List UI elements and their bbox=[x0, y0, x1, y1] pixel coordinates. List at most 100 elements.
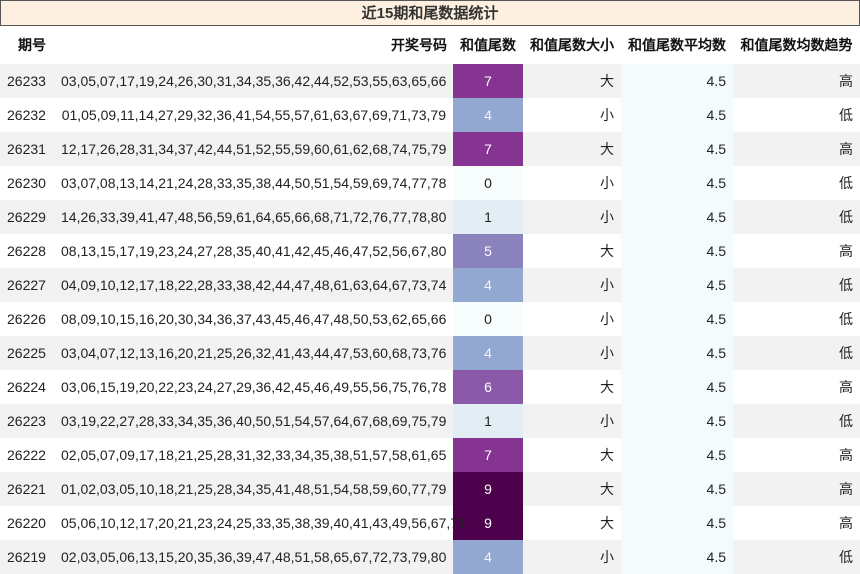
issue-cell: 26225 bbox=[0, 336, 54, 370]
issue-cell: 26231 bbox=[0, 132, 54, 166]
issue-cell: 26219 bbox=[0, 540, 54, 574]
size-cell: 小 bbox=[523, 268, 621, 302]
table-row: 26225 03,04,07,12,13,16,20,21,25,26,32,41… bbox=[0, 336, 860, 370]
tail-cell: 7 bbox=[453, 438, 523, 472]
numbers-cell: 12,17,26,28,31,34,37,42,44,51,52,55,59,6… bbox=[54, 132, 453, 166]
table-row: 26222 02,05,07,09,17,18,21,25,28,31,32,33… bbox=[0, 438, 860, 472]
table-row: 26233 03,05,07,17,19,24,26,30,31,34,35,36… bbox=[0, 64, 860, 98]
size-cell: 大 bbox=[523, 64, 621, 98]
issue-cell: 26223 bbox=[0, 404, 54, 438]
issue-cell: 26221 bbox=[0, 472, 54, 506]
issue-cell: 26232 bbox=[0, 98, 54, 132]
numbers-cell: 03,06,15,19,20,22,23,24,27,29,36,42,45,4… bbox=[54, 370, 453, 404]
tail-cell: 9 bbox=[453, 472, 523, 506]
size-cell: 大 bbox=[523, 506, 621, 540]
header-size: 和值尾数大小 bbox=[530, 37, 614, 53]
table-row: 26231 12,17,26,28,31,34,37,42,44,51,52,55… bbox=[0, 132, 860, 166]
table-row: 26232 01,05,09,11,14,27,29,32,36,41,54,55… bbox=[0, 98, 860, 132]
avg-cell: 4.5 bbox=[621, 540, 733, 574]
avg-cell: 4.5 bbox=[621, 472, 733, 506]
stats-table: 期号 开奖号码 和值尾数 和值尾数大小 和值尾数平均数 和值尾数均数趋势 262… bbox=[0, 26, 860, 574]
trend-cell: 低 bbox=[733, 166, 860, 200]
size-cell: 小 bbox=[523, 98, 621, 132]
issue-cell: 26227 bbox=[0, 268, 54, 302]
trend-cell: 高 bbox=[733, 132, 860, 166]
header-numbers: 开奖号码 bbox=[391, 37, 447, 53]
size-cell: 大 bbox=[523, 472, 621, 506]
numbers-cell: 02,03,05,06,13,15,20,35,36,39,47,48,51,5… bbox=[54, 540, 453, 574]
numbers-cell: 08,09,10,15,16,20,30,34,36,37,43,45,46,4… bbox=[54, 302, 453, 336]
trend-cell: 低 bbox=[733, 540, 860, 574]
avg-cell: 4.5 bbox=[621, 506, 733, 540]
size-cell: 大 bbox=[523, 234, 621, 268]
tail-cell: 1 bbox=[453, 200, 523, 234]
issue-cell: 26230 bbox=[0, 166, 54, 200]
header-trend: 和值尾数均数趋势 bbox=[740, 37, 853, 53]
numbers-cell: 03,05,07,17,19,24,26,30,31,34,35,36,42,4… bbox=[54, 64, 453, 98]
issue-cell: 26229 bbox=[0, 200, 54, 234]
issue-cell: 26222 bbox=[0, 438, 54, 472]
numbers-cell: 08,13,15,17,19,23,24,27,28,35,40,41,42,4… bbox=[54, 234, 453, 268]
trend-cell: 低 bbox=[733, 200, 860, 234]
numbers-cell: 05,06,10,12,17,20,21,23,24,25,33,35,38,3… bbox=[54, 506, 466, 540]
trend-cell: 高 bbox=[733, 438, 860, 472]
issue-cell: 26224 bbox=[0, 370, 54, 404]
numbers-cell: 01,05,09,11,14,27,29,32,36,41,54,55,57,6… bbox=[54, 98, 453, 132]
trend-cell: 高 bbox=[733, 472, 860, 506]
size-cell: 小 bbox=[523, 200, 621, 234]
trend-cell: 高 bbox=[733, 506, 860, 540]
table-row: 26229 14,26,33,39,41,47,48,56,59,61,64,65… bbox=[0, 200, 860, 234]
trend-cell: 低 bbox=[733, 302, 860, 336]
numbers-cell: 01,02,03,05,10,18,21,25,28,34,35,41,48,5… bbox=[54, 472, 453, 506]
tail-cell: 4 bbox=[453, 268, 523, 302]
numbers-cell: 03,04,07,12,13,16,20,21,25,26,32,41,43,4… bbox=[54, 336, 453, 370]
issue-cell: 26226 bbox=[0, 302, 54, 336]
header-tail: 和值尾数 bbox=[460, 37, 516, 53]
issue-cell: 26220 bbox=[0, 506, 54, 540]
header-row: 期号 开奖号码 和值尾数 和值尾数大小 和值尾数平均数 和值尾数均数趋势 bbox=[0, 26, 860, 64]
tail-cell: 4 bbox=[453, 98, 523, 132]
table-row: 26226 08,09,10,15,16,20,30,34,36,37,43,45… bbox=[0, 302, 860, 336]
trend-cell: 低 bbox=[733, 98, 860, 132]
numbers-cell: 02,05,07,09,17,18,21,25,28,31,32,33,34,3… bbox=[54, 438, 453, 472]
numbers-cell: 03,19,22,27,28,33,34,35,36,40,50,51,54,5… bbox=[54, 404, 453, 438]
size-cell: 大 bbox=[523, 438, 621, 472]
trend-cell: 低 bbox=[733, 404, 860, 438]
tail-cell: 6 bbox=[453, 370, 523, 404]
size-cell: 大 bbox=[523, 132, 621, 166]
size-cell: 小 bbox=[523, 540, 621, 574]
avg-cell: 4.5 bbox=[621, 336, 733, 370]
trend-cell: 低 bbox=[733, 336, 860, 370]
tail-cell: 4 bbox=[453, 336, 523, 370]
avg-cell: 4.5 bbox=[621, 268, 733, 302]
tail-cell: 7 bbox=[453, 64, 523, 98]
size-cell: 大 bbox=[523, 370, 621, 404]
table-row: 26228 08,13,15,17,19,23,24,27,28,35,40,41… bbox=[0, 234, 860, 268]
table-row: 26219 02,03,05,06,13,15,20,35,36,39,47,48… bbox=[0, 540, 860, 574]
tail-cell: 5 bbox=[453, 234, 523, 268]
table-row: 26227 04,09,10,12,17,18,22,28,33,38,42,44… bbox=[0, 268, 860, 302]
avg-cell: 4.5 bbox=[621, 302, 733, 336]
numbers-cell: 03,07,08,13,14,21,24,28,33,35,38,44,50,5… bbox=[54, 166, 453, 200]
header-issue: 期号 bbox=[18, 37, 46, 53]
avg-cell: 4.5 bbox=[621, 132, 733, 166]
trend-cell: 低 bbox=[733, 268, 860, 302]
size-cell: 小 bbox=[523, 302, 621, 336]
avg-cell: 4.5 bbox=[621, 98, 733, 132]
table-row: 26220 05,06,10,12,17,20,21,23,24,25,33,35… bbox=[0, 506, 860, 540]
avg-cell: 4.5 bbox=[621, 438, 733, 472]
tail-cell: 0 bbox=[453, 302, 523, 336]
issue-cell: 26228 bbox=[0, 234, 54, 268]
avg-cell: 4.5 bbox=[621, 404, 733, 438]
avg-cell: 4.5 bbox=[621, 64, 733, 98]
size-cell: 小 bbox=[523, 404, 621, 438]
issue-cell: 26233 bbox=[0, 64, 54, 98]
tail-cell: 7 bbox=[453, 132, 523, 166]
header-avg: 和值尾数平均数 bbox=[628, 37, 726, 53]
table-row: 26230 03,07,08,13,14,21,24,28,33,35,38,44… bbox=[0, 166, 860, 200]
size-cell: 小 bbox=[523, 166, 621, 200]
numbers-cell: 04,09,10,12,17,18,22,28,33,38,42,44,47,4… bbox=[54, 268, 453, 302]
size-cell: 小 bbox=[523, 336, 621, 370]
table-title: 近15期和尾数据统计 bbox=[0, 0, 860, 26]
table-row: 26221 01,02,03,05,10,18,21,25,28,34,35,41… bbox=[0, 472, 860, 506]
